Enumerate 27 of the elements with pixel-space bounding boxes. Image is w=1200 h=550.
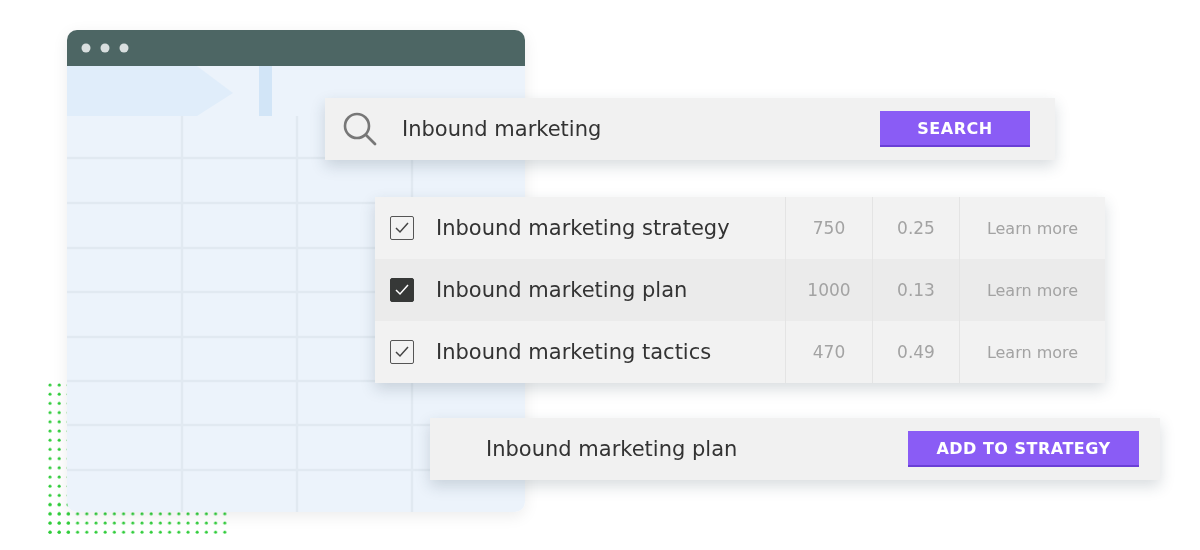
result-row[interactable]: Inbound marketing strategy 750 0.25 Learn more xyxy=(375,197,1105,259)
score-cell: 0.25 xyxy=(897,218,935,238)
keyword-text: Inbound marketing plan xyxy=(436,278,688,302)
volume-cell: 750 xyxy=(812,218,846,238)
volume-cell: 470 xyxy=(812,342,846,362)
search-icon xyxy=(342,111,378,147)
learn-more-link[interactable]: Learn more xyxy=(986,280,1079,300)
learn-more-link[interactable]: Learn more xyxy=(986,218,1079,238)
checkmark-icon xyxy=(394,221,410,235)
search-field[interactable]: Inbound marketing SEARCH xyxy=(325,98,1055,160)
result-row[interactable]: Inbound marketing tactics 470 0.49 Learn more xyxy=(375,321,1105,383)
keyword-text: Inbound marketing tactics xyxy=(436,340,712,364)
search-button[interactable]: SEARCH xyxy=(880,111,1030,147)
window-controls-icon xyxy=(81,43,129,53)
add-to-strategy-button[interactable]: ADD TO STRATEGY xyxy=(908,431,1139,467)
checkmark-icon xyxy=(394,283,410,297)
keyword-text: Inbound marketing strategy xyxy=(436,216,730,240)
checkbox[interactable] xyxy=(390,216,414,240)
volume-cell: 1000 xyxy=(807,280,851,300)
checkbox[interactable] xyxy=(390,278,414,302)
checkbox[interactable] xyxy=(390,340,414,364)
keyword-text: Inbound marketing plan xyxy=(486,437,738,461)
result-row[interactable]: Inbound marketing plan 1000 0.13 Learn more xyxy=(375,259,1105,321)
checkmark-icon xyxy=(394,345,410,359)
score-cell: 0.49 xyxy=(897,342,935,362)
learn-more-link[interactable]: Learn more xyxy=(986,342,1079,362)
score-cell: 0.13 xyxy=(897,280,935,300)
